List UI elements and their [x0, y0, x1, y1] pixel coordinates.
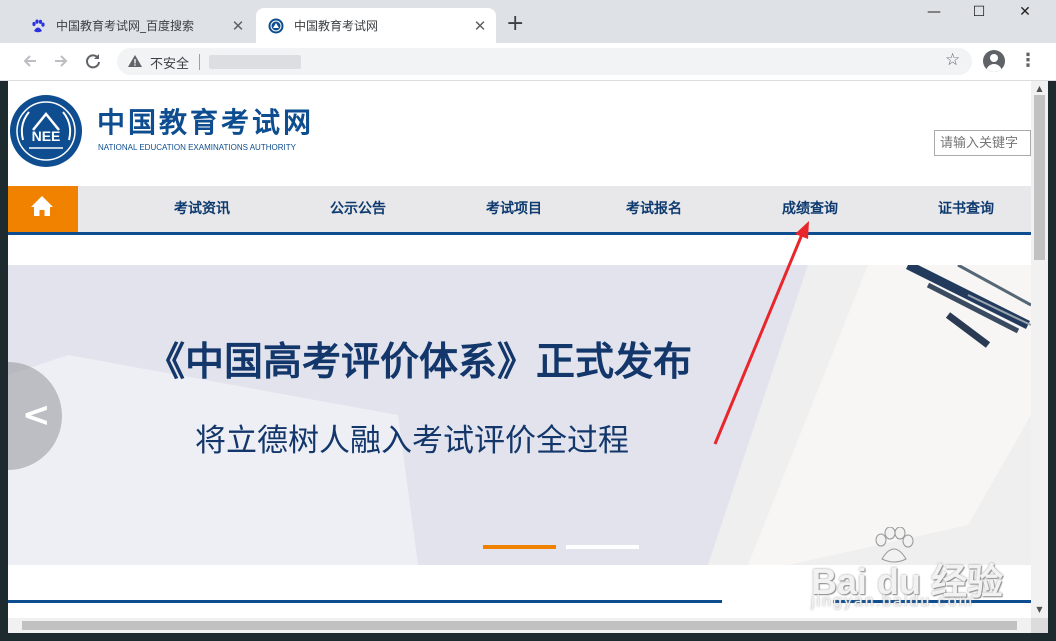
new-tab-button[interactable]: +: [506, 11, 524, 36]
home-icon: [31, 196, 53, 216]
vertical-scrollbar[interactable]: ▲ ▼: [1031, 81, 1048, 618]
nav-home-button[interactable]: [8, 186, 78, 232]
minimize-button[interactable]: —: [914, 4, 954, 28]
bookmark-star-icon[interactable]: ☆: [945, 50, 960, 70]
tab-title: 中国教育考试网_百度搜索: [56, 19, 195, 33]
scroll-up-icon[interactable]: ▲: [1031, 84, 1048, 93]
banner-title: 《中国高考评价体系》正式发布: [146, 340, 693, 385]
browser-toolbar: 不安全 ☆ ⋮: [0, 43, 1056, 81]
main-nav: 考试资讯 公示公告 考试项目 考试报名 成绩查询 证书查询: [8, 186, 1031, 232]
browser-window: 中国教育考试网_百度搜索 ✕ 中国教育考试网 ✕ + — ☐ ✕ 不安全 ☆ ⋮…: [0, 0, 1056, 641]
security-label[interactable]: 不安全: [150, 53, 189, 72]
horizontal-scroll-thumb[interactable]: [22, 621, 1017, 630]
baidu-paw-icon: [32, 19, 45, 32]
nav-item-certificate-query[interactable]: 证书查询: [938, 186, 994, 232]
nav-item-score-query[interactable]: 成绩查询: [782, 186, 838, 232]
site-title[interactable]: 中国教育考试网: [97, 107, 314, 139]
omnibox-divider: [199, 54, 200, 70]
tab-close-icon[interactable]: ✕: [470, 17, 490, 35]
neea-logo-seal[interactable]: NEE: [9, 94, 83, 168]
close-window-button[interactable]: ✕: [1005, 4, 1045, 28]
site-title-en: NATIONAL EDUCATION EXAMINATIONS AUTHORIT…: [98, 143, 296, 152]
forward-button[interactable]: [50, 50, 72, 72]
tab-strip: 中国教育考试网_百度搜索 ✕ 中国教育考试网 ✕ + — ☐ ✕: [0, 0, 1056, 43]
site-search-input[interactable]: [934, 130, 1031, 156]
maximize-button[interactable]: ☐: [959, 4, 999, 28]
arrow-right-icon: [55, 55, 68, 67]
blurred-url: [209, 55, 301, 69]
nav-underline: [8, 232, 1031, 235]
browser-menu-icon[interactable]: ⋮: [1019, 50, 1037, 72]
tab-neea[interactable]: 中国教育考试网 ✕: [256, 8, 496, 43]
chevron-left-icon: <: [22, 395, 51, 435]
slide-indicator[interactable]: [566, 545, 639, 549]
address-bar[interactable]: 不安全 ☆: [117, 48, 972, 75]
nav-item-registration[interactable]: 考试报名: [626, 186, 682, 232]
profile-avatar-icon[interactable]: [983, 50, 1005, 72]
banner-subtitle: 将立德树人融入考试评价全过程: [195, 423, 629, 459]
hero-banner[interactable]: 《中国高考评价体系》正式发布 将立德树人融入考试评价全过程 <: [8, 265, 1031, 565]
vertical-scroll-thumb[interactable]: [1034, 95, 1045, 260]
tab-title: 中国教育考试网: [294, 19, 379, 33]
tab-baidu-search[interactable]: 中国教育考试网_百度搜索 ✕: [18, 8, 254, 43]
scrollbar-corner: [1031, 618, 1048, 633]
horizontal-scrollbar[interactable]: [8, 618, 1031, 633]
reload-icon: [86, 54, 100, 69]
logo-text: NEE: [32, 128, 61, 144]
slide-indicator-active[interactable]: [483, 545, 556, 549]
arrow-left-icon: [23, 55, 36, 67]
neea-seal-icon: [268, 18, 284, 33]
banner-background: [8, 265, 1031, 565]
scroll-down-icon[interactable]: ▼: [1031, 605, 1048, 614]
section-divider: [8, 600, 722, 603]
watermark-url: jingyan.baidu.com: [811, 593, 974, 610]
nav-item-news[interactable]: 考试资讯: [174, 186, 230, 232]
warning-icon: [128, 55, 142, 67]
tab-close-icon[interactable]: ✕: [228, 17, 248, 35]
baidu-jingyan-watermark: Bai du 经验 jingyan.baidu.com: [808, 527, 1018, 617]
nav-item-notices[interactable]: 公示公告: [330, 186, 386, 232]
reload-button[interactable]: [82, 50, 104, 72]
nav-item-exams[interactable]: 考试项目: [486, 186, 542, 232]
back-button[interactable]: [19, 50, 41, 72]
